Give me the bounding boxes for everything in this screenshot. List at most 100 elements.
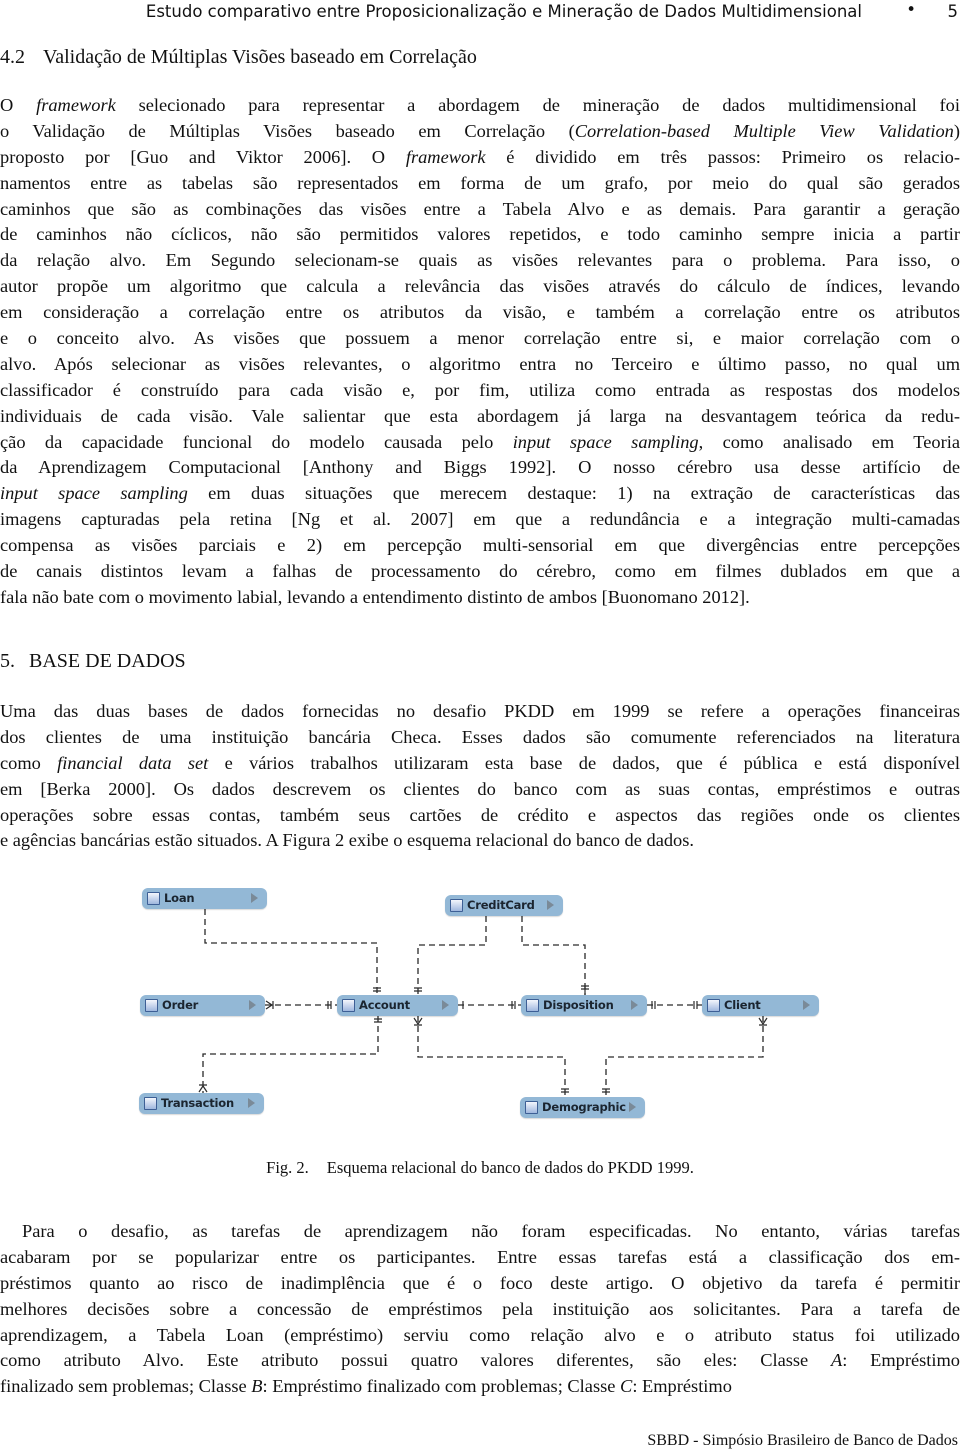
text-run: autor propõe um algoritmo que calcula a … (0, 276, 960, 297)
expand-arrow-icon (442, 1000, 449, 1010)
rel-client-demographic (605, 1016, 764, 1097)
table-icon (526, 999, 539, 1012)
expand-arrow-icon (803, 1000, 810, 1010)
page-footer: SBBD - Simpósio Brasileiro de Banco de D… (647, 1432, 958, 1449)
table-icon (525, 1101, 538, 1114)
running-head-title: Estudo comparativo entre Proposicionaliz… (145, 2, 862, 21)
text-run: : Empréstimo finalizado com problemas; C… (262, 1376, 621, 1397)
text-line: e agências bancárias estão situados. A F… (0, 828, 960, 854)
italic-term: input space sampling (0, 483, 188, 504)
text-run: e o conceito alvo. As visões que possuem… (0, 328, 960, 349)
entity-client: Client (702, 995, 819, 1016)
text-line: em consideração a correlação entre os at… (0, 300, 960, 326)
text-run: : Empréstimo (842, 1350, 960, 1371)
text-line: dos clientes de uma instituição bancária… (0, 725, 960, 751)
section-title: BASE DE DADOS (29, 650, 186, 672)
text-run: caminhos que são as combinações das visõ… (0, 198, 960, 219)
text-run: aprendizagem, a Tabela Loan (empréstimo)… (0, 1324, 960, 1345)
text-run: de caminhos não cíclicos, não são permit… (0, 224, 960, 245)
text-line: da Aprendizagem Computacional [Anthony a… (0, 455, 960, 481)
text-run: selecionado para representar a abordagem… (115, 95, 960, 115)
text-line: autor propõe um algoritmo que calcula a … (0, 274, 960, 300)
text-run: ) (953, 120, 960, 141)
text-run: como atributo Alvo. Este atributo possui… (0, 1350, 831, 1371)
text-run: é dividido em três passos: Primeiro os r… (485, 146, 960, 167)
paragraph-learning-task: Para o desafio, as tarefas de aprendizag… (0, 1219, 960, 1400)
entity-label: Loan (164, 891, 195, 905)
text-line: individuais de cada visão. Vale salienta… (0, 404, 960, 430)
page-number: 5 (947, 2, 959, 21)
section-number: 4.2 (0, 46, 25, 68)
text-run: O (0, 95, 37, 115)
table-icon (145, 999, 158, 1012)
text-line: caminhos que são as combinações das visõ… (0, 197, 960, 223)
running-head-separator: • (906, 0, 916, 19)
entity-creditcard: CreditCard (445, 895, 563, 916)
text-run: , como analisado em Teoria (698, 431, 960, 452)
text-line: alvo. Após selecionar as visões relevant… (0, 352, 960, 378)
entity-label: CreditCard (467, 898, 535, 912)
expand-arrow-icon (249, 1000, 256, 1010)
text-line: input space sampling em duas situações q… (0, 481, 960, 507)
table-icon (450, 899, 463, 912)
expand-arrow-icon (629, 1102, 636, 1112)
rel-disposition-creditcard (521, 906, 586, 995)
section-heading-4-2: 4.2 Validação de Múltiplas Visões baseado… (0, 46, 477, 69)
text-line: classificador é construído para cada vis… (0, 378, 960, 404)
entity-demographic: Demographic (520, 1097, 645, 1118)
text-run: em [Berka 2000]. Os dados descrevem os c… (0, 778, 960, 799)
italic-term: B (251, 1376, 263, 1397)
text-run: compensa as visões parciais e 2) em perc… (0, 535, 960, 556)
italic-term: C (620, 1376, 633, 1397)
text-run: dos clientes de uma instituição bancária… (0, 726, 960, 747)
text-run: da Aprendizagem Computacional [Anthony a… (0, 457, 960, 478)
entity-label: Transaction (161, 1096, 234, 1110)
expand-arrow-icon (547, 900, 554, 910)
text-run: em consideração a correlação entre os at… (0, 302, 960, 323)
er-diagram-figure: Loan CreditCard Order Account Dispositio… (0, 870, 960, 1140)
section-title: Validação de Múltiplas Visões baseado em… (43, 46, 477, 68)
text-line: proposto por [Guo and Viktor 2006]. O fr… (0, 145, 960, 171)
crowfoot-marker (198, 1084, 208, 1093)
italic-term: input space sampling (512, 431, 699, 452)
text-line: Para o desafio, as tarefas de aprendizag… (0, 1219, 960, 1245)
expand-arrow-icon (251, 893, 258, 903)
text-line: finalizado sem problemas; Classe B: Empr… (0, 1374, 960, 1400)
paragraph-database: Uma das duas bases de dados fornecidas n… (0, 699, 960, 854)
text-line: namentos entre as tabelas são representa… (0, 171, 960, 197)
text-line: como financial data set e vários trabalh… (0, 751, 960, 777)
entity-label: Account (359, 998, 410, 1012)
text-run: Uma das duas bases de dados fornecidas n… (0, 701, 960, 721)
running-head: Estudo comparativo entre Proposicionaliz… (0, 0, 960, 24)
figure-caption-text: Esquema relacional do banco de dados do … (326, 1158, 694, 1177)
text-run: fala não bate com o movimento labial, le… (0, 586, 750, 607)
text-run: préstimos quanto ao risco de inadimplênc… (0, 1272, 960, 1293)
text-line: O framework selecionado para representar… (0, 93, 960, 119)
text-line: operações sobre essas contas, também seu… (0, 803, 960, 829)
table-icon (342, 999, 355, 1012)
entity-label: Demographic (542, 1100, 626, 1114)
one-marker (693, 1001, 698, 1009)
rel-account-loan (204, 899, 378, 995)
rel-account-creditcard (417, 906, 487, 995)
expand-arrow-icon (631, 1000, 638, 1010)
entity-account: Account (337, 995, 458, 1016)
text-line: acabaram por se popularizar entre os par… (0, 1245, 960, 1271)
figure-caption: Fig. 2. Esquema relacional do banco de da… (0, 1158, 960, 1178)
text-line: aprendizagem, a Tabela Loan (empréstimo)… (0, 1323, 960, 1349)
text-run: namentos entre as tabelas são representa… (0, 172, 960, 193)
text-run: e vários trabalhos utilizaram esta base … (208, 752, 960, 773)
text-run: melhores decisões sobre a concessão de e… (0, 1298, 960, 1319)
text-run: ção da capacidade funcional do modelo ca… (0, 431, 513, 452)
one-marker (581, 985, 589, 995)
text-line: o Validação de Múltiplas Visões baseado … (0, 119, 960, 145)
paragraph-framework: O framework selecionado para representar… (0, 93, 960, 611)
text-line: de caminhos não cíclicos, não são permit… (0, 222, 960, 248)
text-run: finalizado sem problemas; Classe (0, 1376, 252, 1397)
text-line: imagens capturadas pela retina [Ng et al… (0, 507, 960, 533)
italic-term: financial data set (57, 752, 209, 773)
text-line: fala não bate com o movimento labial, le… (0, 585, 960, 611)
rel-account-transaction (202, 1016, 379, 1093)
text-line: de canais distintos levam a falhas de pr… (0, 559, 960, 585)
text-line: melhores decisões sobre a concessão de e… (0, 1297, 960, 1323)
